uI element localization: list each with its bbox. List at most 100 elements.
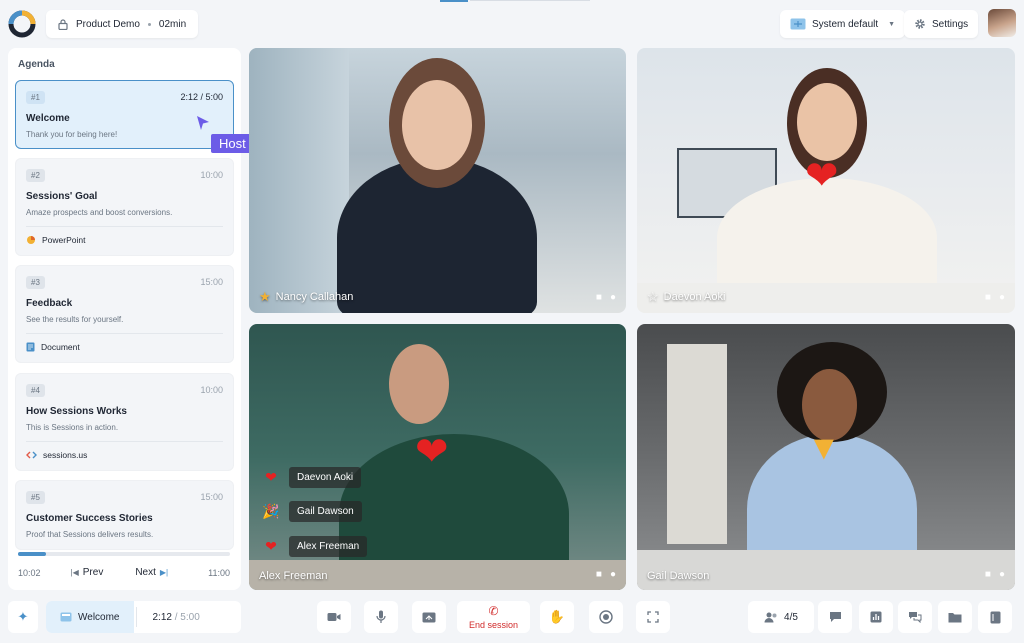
- host-label: Host: [211, 134, 254, 153]
- participant-name: Gail Dawson: [647, 570, 710, 582]
- current-item-timer: 2:12 / 5:00: [137, 612, 200, 623]
- agenda-item-description: Proof that Sessions delivers results.: [26, 530, 154, 539]
- record-button[interactable]: [589, 601, 623, 633]
- agenda-item-description: Thank you for being here!: [26, 130, 118, 139]
- attachment-label: PowerPoint: [42, 235, 86, 245]
- settings-label: Settings: [932, 18, 969, 30]
- agenda-item-number: #4: [26, 384, 45, 397]
- camera-icon: ■: [595, 292, 602, 303]
- media-status: ■ ●: [985, 569, 1005, 580]
- participant-face: [389, 344, 449, 424]
- agenda-item[interactable]: #3 15:00 Feedback See the results for yo…: [15, 265, 234, 363]
- agenda-item-description: This is Sessions in action.: [26, 423, 119, 432]
- session-title-chip[interactable]: Product Demo 02min: [46, 10, 199, 38]
- attachment-label: Document: [41, 342, 80, 352]
- reaction-sender: Gail Dawson: [289, 501, 362, 522]
- camera-icon: [327, 613, 341, 621]
- heart-reaction-icon: ❤: [415, 430, 449, 474]
- layout-select-label: System default: [812, 18, 879, 30]
- end-session-button[interactable]: ✆ End session: [457, 601, 530, 633]
- agenda-progress-fill: [18, 552, 46, 556]
- messages-icon: [909, 612, 922, 623]
- reaction-item: ❤ Daevon Aoki: [261, 467, 362, 488]
- fullscreen-button[interactable]: [636, 601, 670, 633]
- session-title: Product Demo: [76, 18, 140, 30]
- agenda-item-attachment[interactable]: sessions.us: [26, 450, 87, 460]
- hand-icon: ✋: [548, 609, 566, 624]
- chart-icon: [870, 611, 882, 623]
- agenda-toggle-button[interactable]: ✦: [8, 601, 38, 633]
- notes-button[interactable]: [978, 601, 1012, 633]
- attachment-label: sessions.us: [43, 450, 88, 460]
- chevron-down-icon: ▼: [888, 20, 896, 28]
- agenda-item-title: Sessions' Goal: [26, 191, 98, 202]
- camera-icon: ■: [984, 292, 991, 303]
- microphone-icon: ●: [609, 292, 616, 303]
- display-icon: [790, 18, 806, 30]
- video-tile[interactable]: ▼ Gail Dawson ■ ●: [637, 324, 1015, 590]
- files-button[interactable]: [938, 601, 972, 633]
- raise-hand-button[interactable]: ✋: [540, 601, 574, 633]
- video-tile[interactable]: ★ Nancy Callahan ■ ●: [249, 48, 626, 313]
- video-tile[interactable]: ❤ ❤ Daevon Aoki 🎉 Gail Dawson ❤ Alex Fre…: [249, 324, 626, 590]
- participants-button[interactable]: 4/5: [748, 601, 814, 633]
- next-button[interactable]: Next ▶|: [135, 567, 168, 578]
- agenda-item-title: Welcome: [26, 113, 70, 124]
- party-hat-reaction-icon: ▼: [807, 429, 841, 467]
- chat-button[interactable]: [818, 601, 852, 633]
- current-agenda-item[interactable]: Welcome 2:12 / 5:00: [46, 601, 241, 633]
- participant-name-tag: ★ Nancy Callahan: [259, 289, 353, 305]
- reaction-item: ❤ Alex Freeman: [261, 536, 368, 557]
- star-outline-icon[interactable]: ☆: [647, 289, 659, 305]
- prev-button[interactable]: |◀ Prev: [71, 567, 104, 578]
- reaction-sender: Alex Freeman: [289, 536, 368, 557]
- settings-button[interactable]: Settings: [904, 10, 979, 38]
- chat-icon: [829, 612, 841, 622]
- camera-button[interactable]: [317, 601, 351, 633]
- media-status: ■ ●: [596, 292, 616, 303]
- agenda-item-description: See the results for yourself.: [26, 315, 124, 324]
- qa-button[interactable]: [898, 601, 932, 633]
- agenda-item[interactable]: #5 15:00 Customer Success Stories Proof …: [15, 480, 234, 550]
- reaction-item: 🎉 Gail Dawson: [261, 501, 362, 522]
- agenda-item-number: #5: [26, 491, 45, 504]
- current-item-selector[interactable]: Welcome: [46, 601, 134, 633]
- screen-share-button[interactable]: [412, 601, 446, 633]
- screen-share-icon: [422, 612, 436, 622]
- participant-name-tag: Gail Dawson: [647, 570, 709, 582]
- lock-icon: [58, 18, 68, 30]
- agenda-item[interactable]: #4 10:00 How Sessions Works This is Sess…: [15, 373, 234, 471]
- agenda-item-title: Feedback: [26, 298, 73, 309]
- app-logo[interactable]: [8, 10, 36, 38]
- video-tile[interactable]: ❤ ☆ Daevon Aoki ■ ●: [637, 48, 1015, 313]
- record-icon: [599, 610, 613, 624]
- star-icon[interactable]: ★: [259, 289, 271, 305]
- heart-icon: ❤: [265, 469, 277, 485]
- microphone-button[interactable]: [364, 601, 398, 633]
- media-status: ■ ●: [985, 292, 1005, 303]
- participant-name-tag: Alex Freeman: [259, 570, 327, 582]
- divider: [26, 333, 223, 334]
- agenda-item[interactable]: #2 10:00 Sessions' Goal Amaze prospects …: [15, 158, 234, 256]
- notebook-icon: [990, 611, 1000, 623]
- agenda-item-attachment[interactable]: PowerPoint: [26, 235, 85, 245]
- party-icon: 🎉: [262, 503, 280, 519]
- powerpoint-icon: [27, 236, 35, 244]
- user-avatar[interactable]: [988, 9, 1016, 37]
- skip-back-icon: |◀: [70, 568, 79, 577]
- folder-icon: [948, 612, 962, 622]
- top-accent-line: [440, 0, 468, 2]
- participant-face: [797, 83, 857, 161]
- poll-button[interactable]: [859, 601, 893, 633]
- divider: [26, 226, 223, 227]
- participant-name: Daevon Aoki: [663, 291, 726, 303]
- current-time: 2:12: [152, 611, 172, 623]
- document-icon: [26, 342, 35, 352]
- agenda-item-attachment[interactable]: Document: [26, 342, 80, 352]
- sparkle-icon: ✦: [17, 609, 29, 624]
- agenda-item-time: 10:00: [200, 385, 223, 395]
- remaining-time: 11:00: [208, 567, 230, 578]
- skip-forward-icon: ▶|: [159, 568, 169, 577]
- layout-select[interactable]: System default ▼: [780, 10, 906, 38]
- participant-face: [402, 80, 472, 170]
